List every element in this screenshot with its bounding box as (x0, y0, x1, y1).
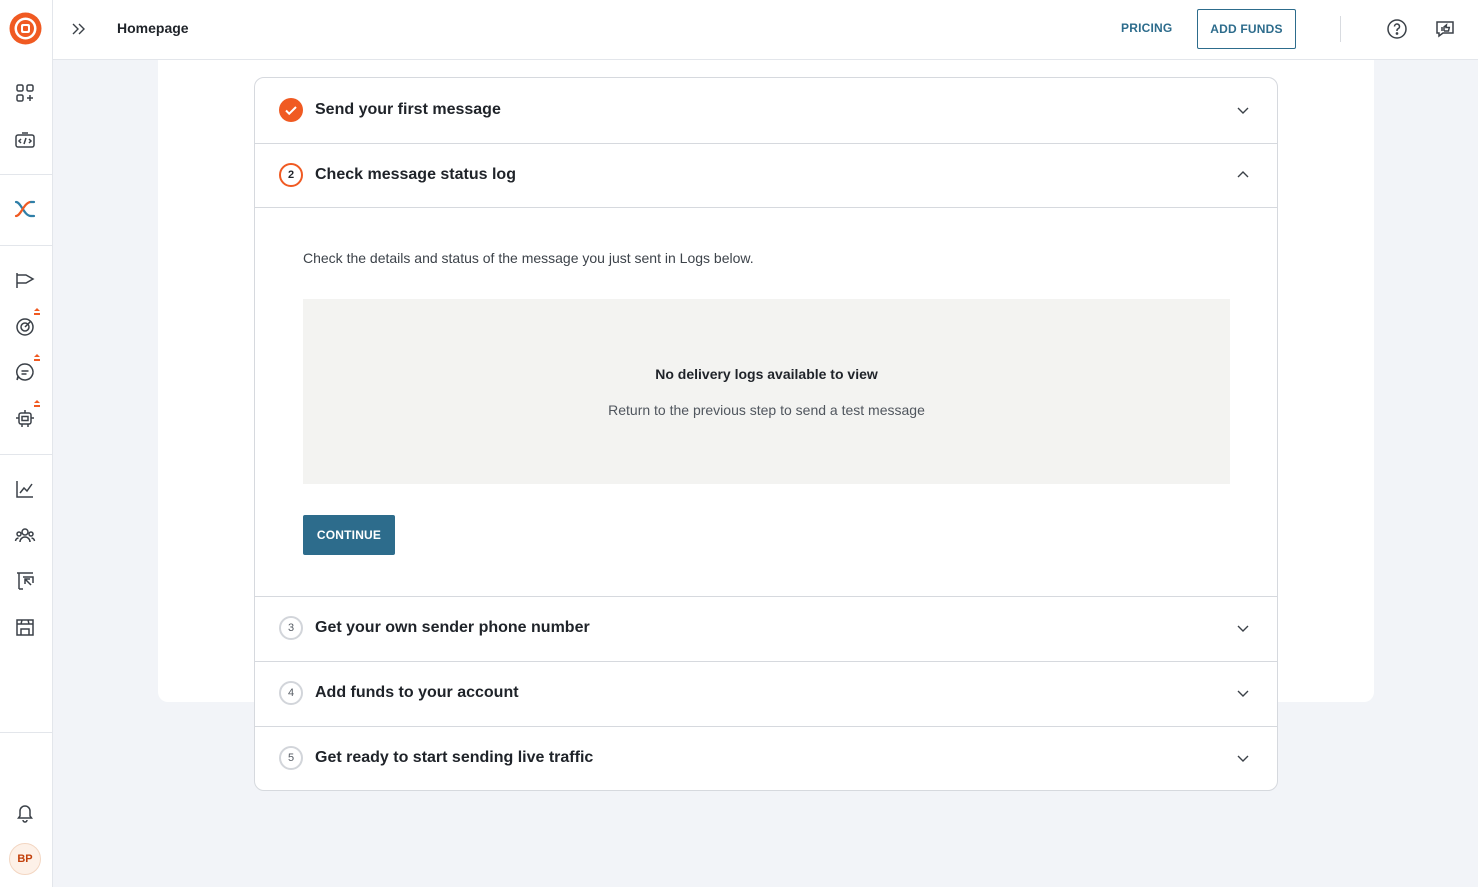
step-title: Add funds to your account (315, 684, 519, 701)
sidebar-divider (0, 174, 52, 175)
feedback-icon[interactable] (1433, 17, 1457, 41)
step-title: Get ready to start sending live traffic (315, 749, 594, 766)
step-get-sender-phone-number[interactable]: 3 Get your own sender phone number (255, 596, 1277, 661)
chevron-down-icon (1235, 750, 1251, 766)
notifications-icon[interactable] (13, 800, 37, 824)
chevron-down-icon (1235, 685, 1251, 701)
store-icon[interactable] (13, 615, 37, 639)
upgrade-badge-icon (34, 400, 40, 407)
step-number: 4 (279, 681, 303, 705)
campaigns-icon[interactable] (13, 268, 37, 292)
onboarding-steps-accordion: Send your first message 2 Check message … (254, 77, 1278, 791)
step-send-first-message[interactable]: Send your first message (255, 78, 1277, 143)
step-description: Check the details and status of the mess… (303, 250, 754, 266)
step-title: Check message status log (315, 166, 516, 183)
accordion-divider (255, 207, 1277, 208)
help-icon[interactable] (1385, 17, 1409, 41)
avatar[interactable]: BP (9, 843, 41, 875)
step-number: 3 (279, 616, 303, 640)
contacts-icon[interactable] (13, 523, 37, 547)
sidebar-divider (0, 245, 52, 246)
step-completed-check-icon (279, 98, 303, 122)
target-icon[interactable] (13, 308, 40, 338)
delivery-logs-empty-state: No delivery logs available to view Retur… (303, 299, 1230, 484)
add-funds-button[interactable]: ADD FUNDS (1197, 9, 1296, 49)
step-title: Send your first message (315, 101, 501, 118)
top-bar: Homepage PRICING ADD FUNDS (53, 0, 1478, 60)
chevron-up-icon (1235, 167, 1251, 183)
step-add-funds[interactable]: 4 Add funds to your account (255, 661, 1277, 726)
expand-sidebar-icon[interactable] (67, 18, 89, 40)
page-title: Homepage (117, 20, 189, 36)
connector-icon[interactable] (13, 197, 37, 221)
empty-state-title: No delivery logs available to view (655, 366, 878, 382)
toolbar-divider (1340, 16, 1341, 42)
step-check-message-status-log[interactable]: 2 Check message status log (255, 143, 1277, 208)
reports-icon[interactable] (13, 569, 37, 593)
chevron-down-icon (1235, 620, 1251, 636)
continue-button[interactable]: CONTINUE (303, 515, 395, 555)
app-logo-icon[interactable] (9, 12, 42, 45)
developer-api-icon[interactable] (13, 128, 37, 152)
empty-state-subtitle: Return to the previous step to send a te… (608, 402, 925, 418)
apps-add-icon[interactable] (13, 81, 37, 105)
chevron-down-icon (1235, 102, 1251, 118)
step-live-traffic[interactable]: 5 Get ready to start sending live traffi… (255, 726, 1277, 790)
sidebar-divider (0, 454, 52, 455)
chat-icon[interactable] (13, 354, 40, 384)
step-number: 2 (279, 163, 303, 187)
upgrade-badge-icon (34, 308, 40, 315)
step-title: Get your own sender phone number (315, 619, 590, 636)
bot-icon[interactable] (13, 400, 40, 430)
step-number: 5 (279, 746, 303, 770)
analytics-icon[interactable] (13, 477, 37, 501)
upgrade-badge-icon (34, 354, 40, 361)
sidebar-divider (0, 732, 52, 733)
sidebar: BP (0, 0, 53, 887)
pricing-link[interactable]: PRICING (1121, 21, 1172, 35)
